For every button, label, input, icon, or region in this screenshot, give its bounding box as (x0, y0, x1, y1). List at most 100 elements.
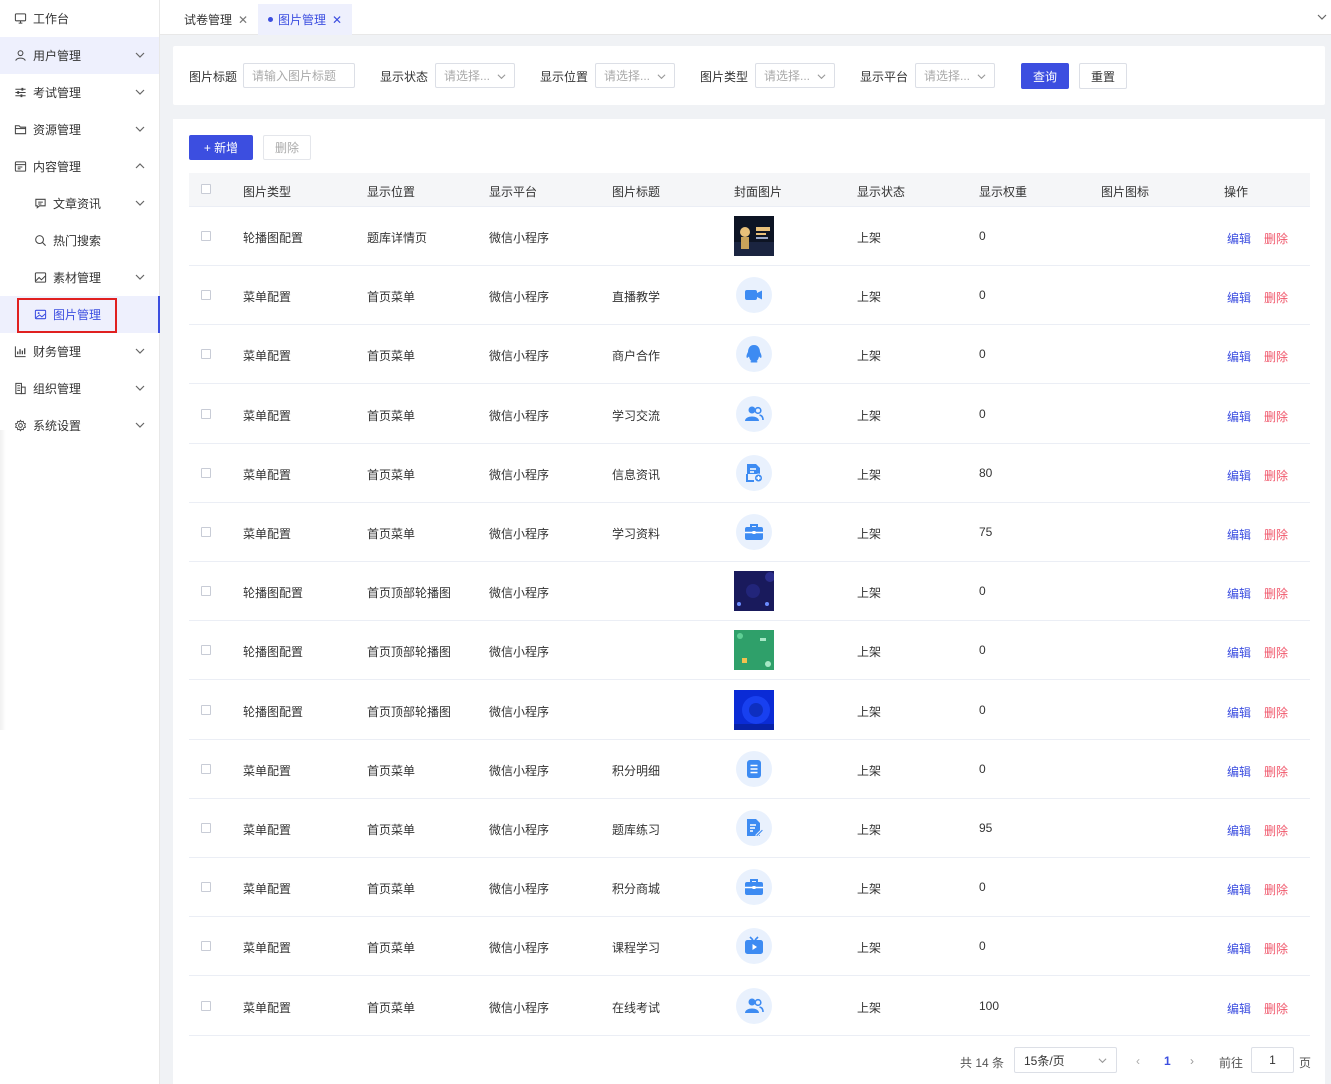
row-checkbox[interactable] (201, 467, 211, 478)
edit-link[interactable]: 编辑 (1227, 704, 1251, 721)
next-page-button[interactable]: › (1190, 1054, 1194, 1068)
cell-status: 上架 (857, 704, 882, 719)
row-checkbox[interactable] (201, 349, 211, 360)
delete-link[interactable]: 删除 (1264, 644, 1288, 661)
doc-add-icon[interactable] (736, 454, 772, 491)
page-size-select[interactable]: 15条/页 (1014, 1047, 1117, 1073)
sidebar-item[interactable]: 素材管理 (0, 259, 159, 296)
row-checkbox[interactable] (201, 1000, 211, 1011)
users-icon[interactable] (736, 987, 772, 1024)
add-button[interactable]: + 新增 (189, 135, 253, 160)
row-checkbox[interactable] (201, 763, 211, 774)
cell-status: 上架 (857, 408, 882, 423)
row-checkbox[interactable] (201, 586, 211, 597)
sidebar-item[interactable]: 热门搜索 (0, 222, 159, 259)
query-button[interactable]: 查询 (1021, 63, 1069, 89)
row-checkbox[interactable] (201, 645, 211, 656)
edit-link[interactable]: 编辑 (1227, 644, 1251, 661)
edit-link[interactable]: 编辑 (1227, 467, 1251, 484)
delete-link[interactable]: 删除 (1264, 289, 1288, 306)
select-all-checkbox[interactable] (201, 184, 211, 194)
row-checkbox[interactable] (201, 290, 211, 301)
delete-link[interactable]: 删除 (1264, 408, 1288, 425)
row-checkbox[interactable] (201, 408, 211, 419)
type-select[interactable]: 请选择... (755, 63, 835, 88)
sidebar-item[interactable]: 图片管理 (0, 296, 160, 333)
reset-button[interactable]: 重置 (1079, 63, 1127, 89)
edit-link[interactable]: 编辑 (1227, 881, 1251, 898)
cover-thumbnail[interactable] (734, 630, 774, 671)
penguin-icon[interactable] (736, 336, 772, 373)
row-checkbox[interactable] (201, 882, 211, 893)
edit-link[interactable]: 编辑 (1227, 408, 1251, 425)
briefcase-icon[interactable] (736, 514, 772, 550)
chevron-down-icon[interactable] (1317, 12, 1327, 22)
doc-edit-icon[interactable] (736, 810, 772, 846)
cell-platform: 微信小程序 (489, 290, 550, 305)
delete-link[interactable]: 删除 (1264, 585, 1288, 602)
delete-link[interactable]: 删除 (1264, 763, 1288, 780)
tv-play-icon[interactable] (736, 928, 772, 965)
tab-exam-paper[interactable]: 试卷管理 ✕ (174, 4, 258, 35)
goto-page-input[interactable] (1251, 1047, 1294, 1073)
delete-link[interactable]: 删除 (1264, 230, 1288, 247)
row-checkbox[interactable] (201, 527, 211, 537)
sidebar-item[interactable]: 用户管理 (0, 37, 159, 74)
sidebar-item[interactable]: 资源管理 (0, 111, 159, 148)
edit-link[interactable]: 编辑 (1227, 585, 1251, 602)
row-checkbox[interactable] (201, 704, 211, 715)
delete-link[interactable]: 删除 (1264, 348, 1288, 365)
delete-link[interactable]: 删除 (1264, 526, 1288, 543)
cover-thumbnail[interactable] (734, 216, 774, 256)
sidebar-item[interactable]: 内容管理 (0, 148, 159, 185)
status-select[interactable]: 请选择... (435, 63, 515, 88)
table-row: 轮播图配置 首页顶部轮播图 微信小程序 上架 0 编辑 删除 (189, 681, 1310, 740)
edit-link[interactable]: 编辑 (1227, 763, 1251, 780)
chevron-down-icon (135, 52, 145, 58)
batch-delete-button[interactable]: 删除 (263, 135, 311, 160)
delete-link[interactable]: 删除 (1264, 822, 1288, 839)
edit-link[interactable]: 编辑 (1227, 822, 1251, 839)
delete-link[interactable]: 删除 (1264, 704, 1288, 721)
position-select[interactable]: 请选择... (595, 63, 675, 88)
sidebar-item[interactable]: 工作台 (0, 0, 159, 37)
list-icon[interactable] (736, 750, 772, 787)
sidebar: 工作台 用户管理 考试管理 资源管理 内容管理 文章资讯 热门搜索 素材管理 图片管理 财务管理组… (0, 0, 160, 1084)
sidebar-item[interactable]: 财务管理 (0, 333, 159, 370)
sidebar-item[interactable]: 考试管理 (0, 74, 159, 111)
sidebar-item[interactable]: 组织管理 (0, 370, 159, 407)
delete-link[interactable]: 删除 (1264, 1000, 1288, 1017)
cell-weight: 95 (979, 821, 993, 835)
users-icon[interactable] (736, 395, 772, 432)
cell-platform: 微信小程序 (489, 467, 550, 482)
edit-link[interactable]: 编辑 (1227, 230, 1251, 247)
cover-thumbnail[interactable] (734, 689, 774, 730)
sidebar-item[interactable]: 系统设置 (0, 407, 159, 444)
cell-type: 菜单配置 (243, 349, 292, 364)
row-checkbox[interactable] (201, 823, 211, 833)
edit-link[interactable]: 编辑 (1227, 348, 1251, 365)
edit-link[interactable]: 编辑 (1227, 526, 1251, 543)
briefcase-icon[interactable] (736, 869, 772, 906)
cell-cover (734, 867, 774, 907)
edit-link[interactable]: 编辑 (1227, 289, 1251, 306)
delete-link[interactable]: 删除 (1264, 940, 1288, 957)
page-number[interactable]: 1 (1164, 1054, 1171, 1068)
layout-icon (13, 160, 27, 174)
sidebar-item[interactable]: 文章资讯 (0, 185, 159, 222)
edit-link[interactable]: 编辑 (1227, 1000, 1251, 1017)
row-checkbox[interactable] (201, 941, 211, 952)
row-checkbox[interactable] (201, 231, 211, 241)
prev-page-button[interactable]: ‹ (1136, 1054, 1140, 1068)
edit-link[interactable]: 编辑 (1227, 940, 1251, 957)
video-camera-icon[interactable] (736, 277, 772, 314)
platform-select[interactable]: 请选择... (915, 63, 995, 88)
title-search-input[interactable]: 请输入图片标题 (243, 63, 355, 88)
tab-image-management[interactable]: 图片管理 ✕ (258, 4, 353, 35)
close-icon[interactable]: ✕ (332, 13, 342, 27)
delete-link[interactable]: 删除 (1264, 467, 1288, 484)
delete-link[interactable]: 删除 (1264, 881, 1288, 898)
cell-weight: 0 (979, 288, 986, 303)
close-icon[interactable]: ✕ (238, 13, 248, 27)
cover-thumbnail[interactable] (734, 571, 774, 612)
